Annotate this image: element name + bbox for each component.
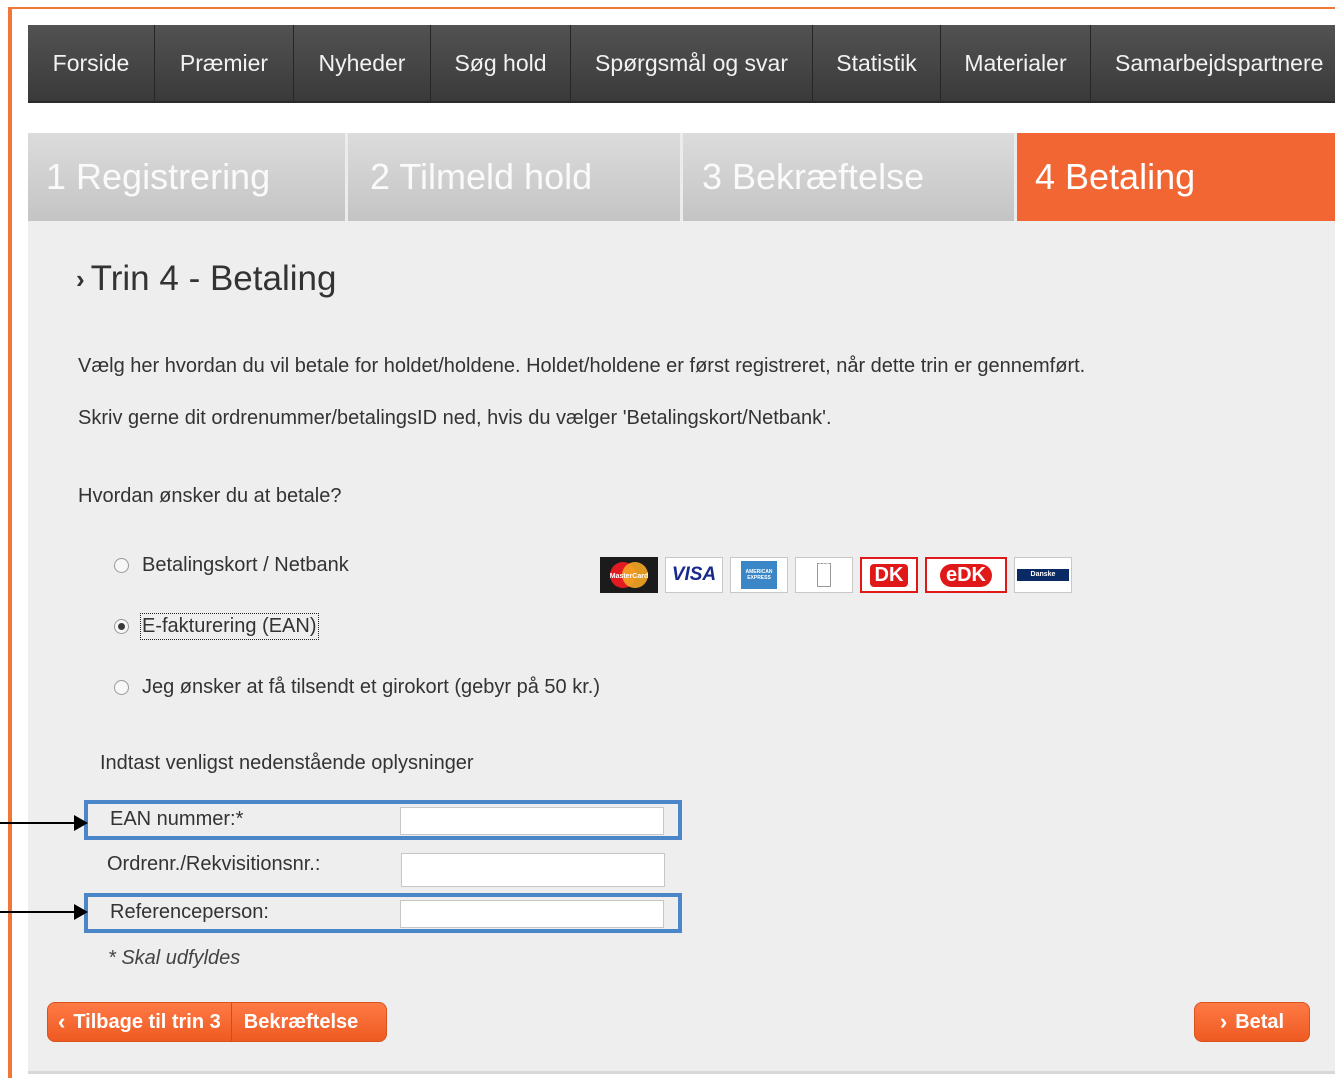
payment-panel: › Trin 4 - Betaling Vælg her hvordan du … xyxy=(28,221,1335,1074)
danske-bank-logo-icon: Danske xyxy=(1014,557,1072,593)
ordrenr-field-label: Ordrenr./Rekvisitionsnr.: xyxy=(107,853,321,875)
nav-item-forside[interactable]: Forside xyxy=(28,25,155,101)
step-tab-bekraeftelse[interactable]: 3 Bekræftelse xyxy=(683,133,1017,221)
main-nav: Forside Præmier Nyheder Søg hold Spørgsm… xyxy=(28,25,1335,103)
nav-item-praemier[interactable]: Præmier xyxy=(155,25,294,101)
dankort-logo-icon: DK xyxy=(860,557,918,593)
nav-item-spoergsmaal[interactable]: Spørgsmål og svar xyxy=(571,25,813,101)
referenceperson-field-row: Referenceperson: xyxy=(84,893,682,933)
amex-logo-icon: AMERICAN EXPRESS xyxy=(730,557,788,593)
page-title: Trin 4 - Betaling xyxy=(90,259,337,298)
nav-item-statistik[interactable]: Statistik xyxy=(813,25,941,101)
pay-button[interactable]: › Betal xyxy=(1194,1002,1310,1042)
back-button-part2[interactable]: Bekræftelse xyxy=(230,1003,369,1041)
radio-giro[interactable] xyxy=(114,680,129,695)
pointer-arrow-referenceperson xyxy=(0,904,88,920)
nav-item-soeg-hold[interactable]: Søg hold xyxy=(431,25,571,101)
page-frame-left xyxy=(8,7,12,1078)
back-button-part1[interactable]: ‹ Tilbage til trin 3 xyxy=(48,1003,231,1041)
ean-input[interactable] xyxy=(400,807,664,835)
pay-button-label: Betal xyxy=(1235,1010,1285,1033)
card-logos: MasterCard VISA AMERICAN EXPRESS JCB DK … xyxy=(600,557,1079,593)
nav-item-materialer[interactable]: Materialer xyxy=(941,25,1091,101)
radio-ean[interactable] xyxy=(114,619,129,634)
visa-logo-icon: VISA xyxy=(665,557,723,593)
page-frame-top xyxy=(8,7,1335,9)
payment-option-giro-label[interactable]: Jeg ønsker at få tilsendt et girokort (g… xyxy=(142,676,600,699)
payment-option-ean-label[interactable]: E-fakturering (EAN) xyxy=(140,613,319,640)
nav-item-nyheder[interactable]: Nyheder xyxy=(294,25,431,101)
payment-question: Hvordan ønsker du at betale? xyxy=(78,485,342,507)
payment-option-card[interactable]: Betalingskort / Netbank xyxy=(114,554,349,577)
chevron-left-icon: ‹ xyxy=(58,1009,66,1034)
chevron-right-icon: › xyxy=(1219,1009,1228,1034)
jcb-logo-icon: JCB xyxy=(795,557,853,593)
pointer-arrow-ean xyxy=(0,815,88,831)
ean-field-label: EAN nummer:* xyxy=(110,808,244,830)
payment-option-ean[interactable]: E-fakturering (EAN) xyxy=(114,613,319,640)
step-tab-betaling[interactable]: 4 Betaling xyxy=(1017,133,1335,221)
form-title: Indtast venligst nedenstående oplysninge… xyxy=(100,752,474,774)
ordrenr-input[interactable] xyxy=(401,853,665,887)
edankort-logo-icon: eDK xyxy=(925,557,1007,593)
nav-item-samarbejdspartnere[interactable]: Samarbejdspartnere xyxy=(1091,25,1335,101)
svg-text:MasterCard: MasterCard xyxy=(610,573,649,580)
required-note: * Skal udfyldes xyxy=(108,947,241,969)
ordrenr-field-row: Ordrenr./Rekvisitionsnr.: xyxy=(84,850,682,890)
ean-field-row: EAN nummer:* xyxy=(84,800,682,840)
back-button[interactable]: ‹ Tilbage til trin 3 Bekræftelse xyxy=(47,1002,387,1042)
step-tabs: 1 Registrering 2 Tilmeld hold 3 Bekræfte… xyxy=(28,133,1335,221)
payment-option-card-label[interactable]: Betalingskort / Netbank xyxy=(142,554,349,577)
intro-text-1: Vælg her hvordan du vil betale for holde… xyxy=(78,355,1086,377)
mastercard-logo-icon: MasterCard xyxy=(600,557,658,593)
step-tab-tilmeld-hold[interactable]: 2 Tilmeld hold xyxy=(348,133,683,221)
referenceperson-field-label: Referenceperson: xyxy=(110,901,269,923)
chevron-right-icon: › xyxy=(76,263,85,294)
radio-card[interactable] xyxy=(114,558,129,573)
intro-text-2: Skriv gerne dit ordrenummer/betalingsID … xyxy=(78,407,832,429)
page-heading: › Trin 4 - Betaling xyxy=(76,259,336,299)
referenceperson-input[interactable] xyxy=(400,900,664,928)
payment-option-giro[interactable]: Jeg ønsker at få tilsendt et girokort (g… xyxy=(114,676,600,699)
step-tab-registrering[interactable]: 1 Registrering xyxy=(28,133,348,221)
